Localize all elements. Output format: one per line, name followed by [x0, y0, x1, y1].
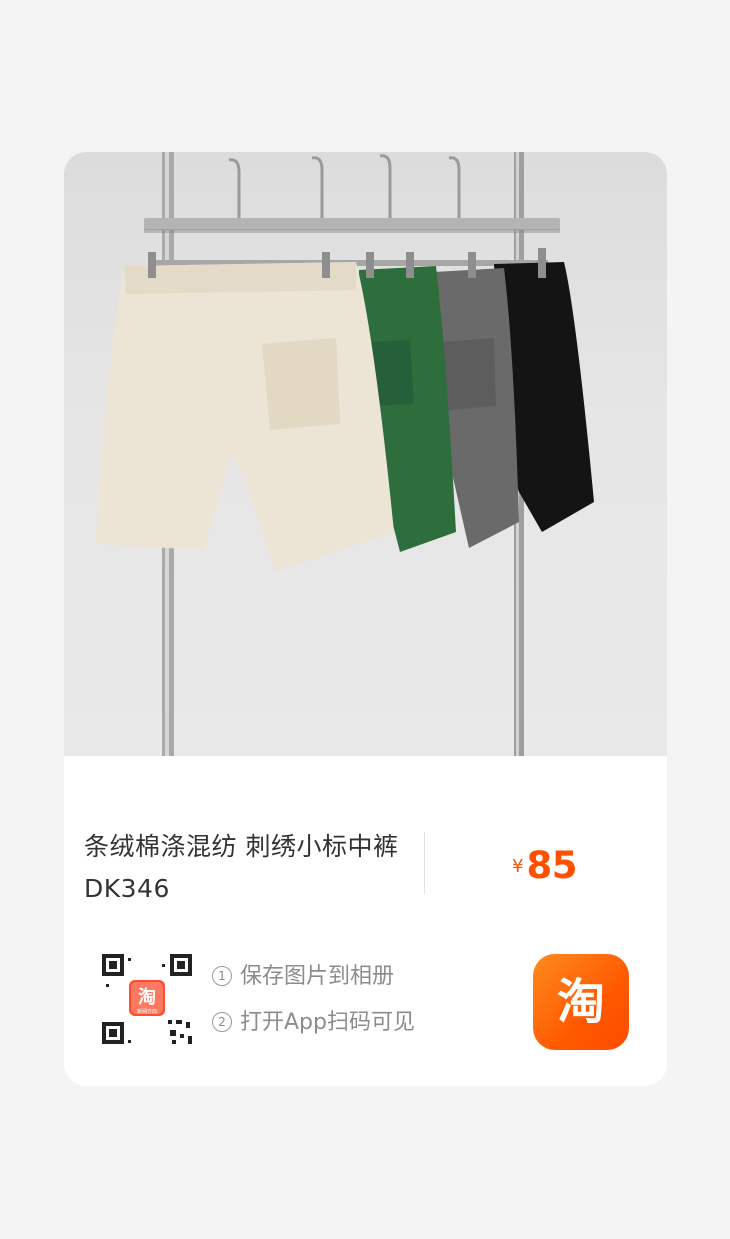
qr-badge-caption: 新网方向 [137, 1008, 157, 1015]
step-save-image: 1 保存图片到相册 [212, 962, 415, 1008]
product-share-card: 条绒棉涤混纺 刺绣小标中裤 DK346 ¥85 淘 新网方向 1 保存图片到相册… [64, 152, 667, 1086]
qr-badge-glyph: 淘 [138, 986, 156, 1008]
product-image [64, 152, 667, 756]
qr-code-icon: 淘 新网方向 [98, 950, 196, 1050]
app-icon-glyph: 淘 [557, 974, 605, 1030]
currency-symbol: ¥ [512, 856, 524, 877]
price-value: 85 [526, 844, 577, 887]
taobao-app-icon[interactable]: 淘 [533, 954, 629, 1050]
product-title: 条绒棉涤混纺 刺绣小标中裤 DK346 [84, 832, 399, 903]
step-open-app: 2 打开App扫码可见 [212, 1008, 415, 1054]
step-text: 打开App扫码可见 [240, 1010, 415, 1035]
share-steps: 1 保存图片到相册 2 打开App扫码可见 [212, 962, 415, 1054]
divider [424, 832, 425, 894]
step-number: 2 [212, 1012, 232, 1032]
product-price: ¥85 [512, 844, 577, 887]
product-info: 条绒棉涤混纺 刺绣小标中裤 DK346 ¥85 淘 新网方向 1 保存图片到相册… [64, 756, 667, 1086]
step-text: 保存图片到相册 [240, 964, 395, 989]
step-number: 1 [212, 966, 232, 986]
